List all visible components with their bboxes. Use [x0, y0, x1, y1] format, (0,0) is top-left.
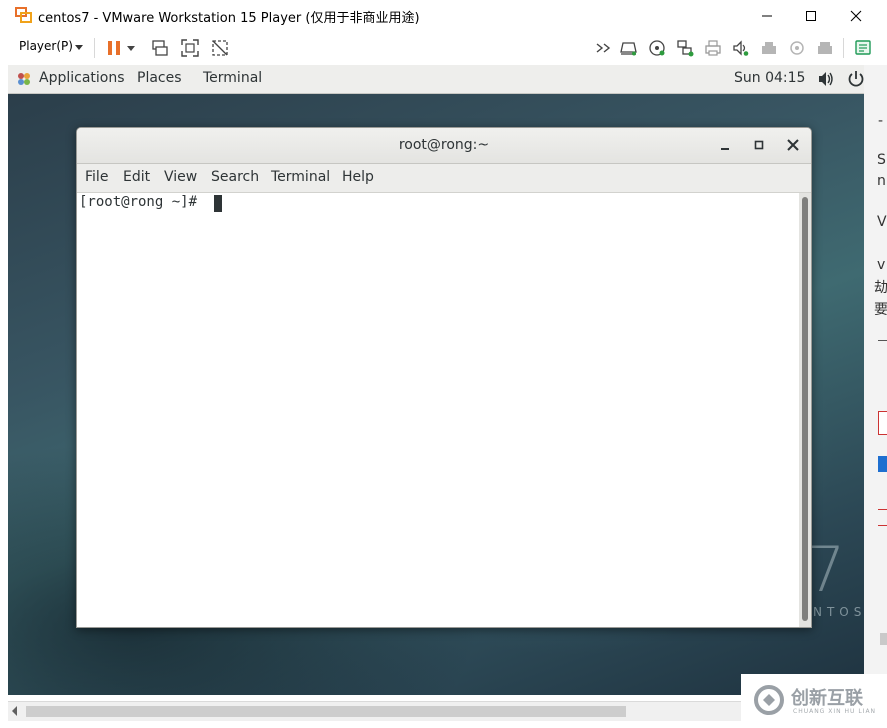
applications-icon	[18, 73, 30, 85]
toolbar-divider	[94, 38, 95, 58]
vmware-toolbar: Player(P)	[0, 31, 887, 64]
edge-char: 劫	[874, 280, 887, 296]
edge-char: n	[877, 173, 886, 189]
sound-icon[interactable]	[731, 38, 751, 58]
maximize-button[interactable]	[788, 0, 834, 31]
minimize-icon[interactable]	[716, 136, 734, 154]
pause-icon[interactable]	[104, 38, 124, 58]
terminal-window[interactable]: root@rong:~ File Edit View Search Termin…	[76, 127, 812, 628]
edge-scroll	[880, 633, 887, 645]
terminal-output[interactable]: [root@rong ~]#	[77, 193, 799, 627]
menu-edit[interactable]: Edit	[123, 169, 150, 185]
applications-menu[interactable]: Applications	[39, 70, 125, 86]
horizontal-scrollbar[interactable]	[8, 701, 741, 721]
close-button[interactable]	[833, 0, 879, 31]
close-icon[interactable]	[784, 136, 802, 154]
chevron-down-icon[interactable]	[125, 38, 137, 58]
cd-icon[interactable]	[647, 38, 667, 58]
terminal-header-bar[interactable]: root@rong:~	[77, 128, 811, 164]
drive-icon[interactable]	[619, 38, 639, 58]
edge-line	[878, 509, 887, 510]
scroll-left-icon[interactable]	[12, 706, 17, 716]
message-icon[interactable]	[853, 38, 873, 58]
menu-file[interactable]: File	[85, 169, 108, 185]
vmware-app-icon	[15, 7, 32, 23]
watermark-text: 创新互联	[791, 688, 863, 709]
chevron-down-icon[interactable]	[75, 45, 83, 50]
terminal-app-menu[interactable]: Terminal	[203, 70, 262, 86]
menu-help[interactable]: Help	[342, 169, 374, 185]
window-title: centos7 - VMware Workstation 15 Player (…	[38, 11, 420, 26]
fullscreen-icon[interactable]	[180, 38, 200, 58]
menu-terminal[interactable]: Terminal	[271, 169, 330, 185]
shell-prompt: [root@rong ~]#	[79, 194, 206, 210]
more-icon[interactable]	[594, 38, 614, 58]
edge-char: v	[877, 257, 886, 273]
maximize-icon	[806, 10, 816, 21]
printer-icon[interactable]	[703, 38, 723, 58]
storage-icon[interactable]	[815, 38, 835, 58]
edge-char: V	[877, 214, 887, 230]
watermark-logo-icon	[754, 685, 784, 715]
places-menu[interactable]: Places	[137, 70, 182, 86]
edge-field	[878, 411, 887, 435]
scrollbar-thumb[interactable]	[802, 197, 808, 621]
power-icon[interactable]	[848, 70, 864, 88]
clock[interactable]: Sun 04:15	[734, 70, 805, 86]
edge-char: S	[877, 152, 886, 168]
unity-icon[interactable]	[210, 38, 230, 58]
menu-view[interactable]: View	[164, 169, 197, 185]
scrollbar-thumb[interactable]	[26, 706, 626, 717]
maximize-icon[interactable]	[750, 136, 768, 154]
disk-icon[interactable]	[787, 38, 807, 58]
edge-highlight	[878, 456, 887, 472]
edge-divider	[878, 340, 887, 341]
player-menu[interactable]: Player(P)	[19, 39, 73, 53]
terminal-scrollbar[interactable]	[799, 193, 811, 627]
vm-display[interactable]: Applications Places Terminal Sun 04:15 7…	[8, 65, 864, 695]
close-icon	[850, 10, 862, 21]
usb-icon[interactable]	[759, 38, 779, 58]
toolbar-divider	[843, 38, 844, 58]
text-cursor	[214, 195, 222, 212]
terminal-title: root@rong:~	[398, 137, 490, 153]
gnome-top-bar: Applications Places Terminal Sun 04:15	[8, 65, 864, 94]
centos-wordmark: NTOS	[813, 605, 864, 619]
volume-icon[interactable]	[818, 71, 836, 87]
minimize-button[interactable]	[744, 0, 790, 31]
minimize-icon	[762, 15, 772, 16]
watermark-subtext: CHUANG XIN HU LIAN	[793, 708, 877, 715]
background-window-edge: - S n V v 劫 要	[864, 65, 887, 695]
edge-line	[878, 525, 887, 526]
send-ctrl-alt-del-icon[interactable]	[150, 38, 170, 58]
menu-search[interactable]: Search	[211, 169, 259, 185]
terminal-menubar: File Edit View Search Terminal Help	[77, 164, 811, 193]
edge-char: -	[878, 113, 884, 129]
watermark: 创新互联 CHUANG XIN HU LIAN	[741, 674, 887, 728]
edge-char: 要	[874, 302, 887, 318]
host-title-bar: centos7 - VMware Workstation 15 Player (…	[0, 0, 887, 31]
network-icon[interactable]	[675, 38, 695, 58]
